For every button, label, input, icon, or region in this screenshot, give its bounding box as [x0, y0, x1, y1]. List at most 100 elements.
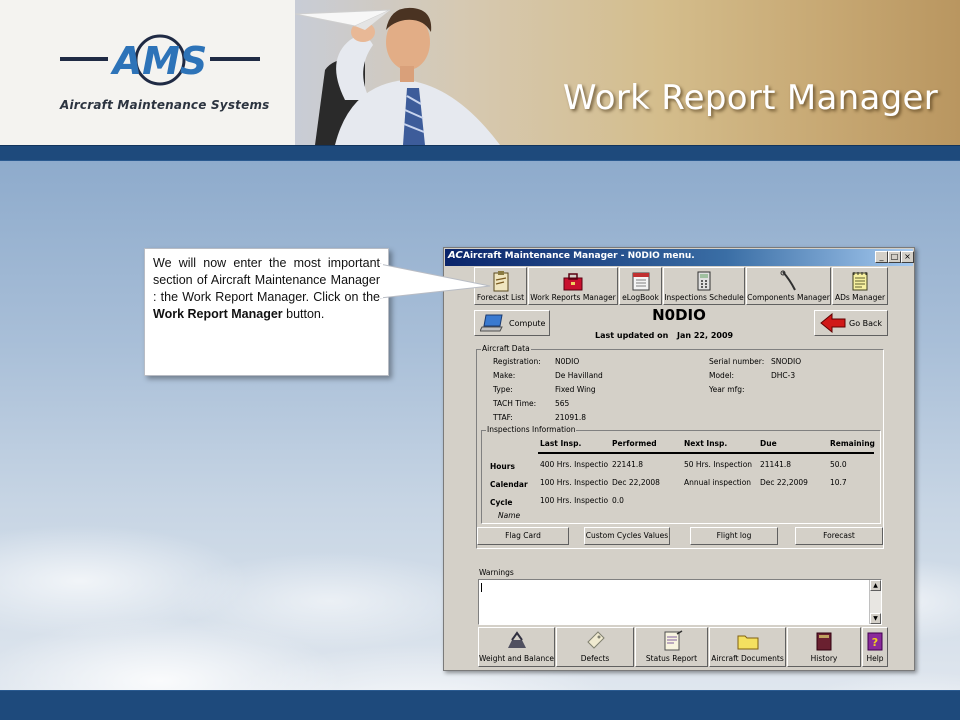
scroll-up-arrow-icon[interactable]: ▲ — [870, 580, 881, 591]
flag-card-button[interactable]: Flag Card — [477, 527, 569, 545]
make-value: De Havilland — [555, 371, 603, 380]
hours-performed: 22141.8 — [612, 460, 644, 469]
inspections-information-group: Inspections Information Last Insp. Perfo… — [481, 425, 881, 524]
header-photo — [295, 0, 960, 145]
logo-area: AMS Aircraft Maintenance Systems — [0, 0, 295, 145]
svg-text:?: ? — [872, 636, 878, 649]
header-last-insp: Last Insp. — [540, 439, 582, 448]
components-manager-label: Components Manager — [747, 293, 830, 302]
forecast-button[interactable]: Forecast — [795, 527, 883, 545]
calendar-remaining: 10.7 — [830, 478, 847, 487]
header-band — [0, 145, 960, 161]
header-remaining: Remaining — [830, 439, 875, 448]
go-back-label: Go Back — [849, 319, 883, 328]
ttaf-value: 21091.8 — [555, 413, 587, 422]
model-label: Model: — [709, 371, 735, 380]
callout-text: We will now enter the most important sec… — [153, 255, 380, 323]
warnings-scrollbar[interactable]: ▲ ▼ — [869, 580, 881, 624]
ads-manager-label: ADs Manager — [834, 293, 886, 302]
callout-text-bold: Work Report Manager — [153, 307, 283, 321]
calendar-last-insp: 100 Hrs. Inspectio — [540, 478, 609, 487]
folder-icon — [737, 635, 758, 650]
weight-and-balance-button[interactable]: Weight and Balance — [478, 627, 555, 667]
registration-value: N0DIO — [555, 357, 580, 366]
tach-time-label: TACH Time: — [493, 399, 537, 408]
serial-number-label: Serial number: — [709, 357, 765, 366]
defects-button[interactable]: Defects — [556, 627, 634, 667]
aircraft-registration-title: N0DIO — [652, 306, 706, 324]
hours-due: 21141.8 — [760, 460, 792, 469]
calendar-next-insp: Annual inspection — [684, 478, 752, 487]
elogbook-label: eLogBook — [622, 293, 659, 302]
header-next-insp: Next Insp. — [684, 439, 728, 448]
serial-number-value: SNODIO — [771, 357, 802, 366]
businessman-photo — [295, 7, 500, 145]
book-icon — [816, 632, 832, 651]
inspections-header-rule — [538, 452, 874, 454]
work-reports-manager-button[interactable]: Work Reports Manager — [528, 267, 618, 305]
cycle-last-insp: 100 Hrs. Inspectio — [540, 496, 609, 505]
model-value: DHC-3 — [771, 371, 796, 380]
callout-pointer — [380, 263, 491, 299]
custom-cycles-values-button[interactable]: Custom Cycles Values — [584, 527, 670, 545]
toolbox-icon — [563, 273, 583, 291]
ads-manager-button[interactable]: ADs Manager — [832, 267, 888, 305]
callout-text-part-1: We will now enter the most important sec… — [153, 256, 380, 304]
name-label: Name — [498, 511, 521, 520]
calendar-performed: Dec 22,2008 — [612, 478, 660, 487]
last-updated-value: Jan 22, 2009 — [677, 331, 734, 340]
hours-next-insp: 50 Hrs. Inspection — [684, 460, 753, 469]
history-label: History — [810, 654, 838, 663]
calendar-book-icon — [632, 272, 649, 291]
row-label-cycle: Cycle — [490, 498, 513, 507]
slide-header: AMS Aircraft Maintenance Systems Work Re… — [0, 0, 960, 145]
aircraft-maintenance-manager-window: AC Aircraft Maintenance Manager - N0DIO … — [443, 247, 915, 671]
slide-title: Work Report Manager — [562, 78, 938, 118]
hours-last-insp: 400 Hrs. Inspectio — [540, 460, 609, 469]
cycle-performed: 0.0 — [612, 496, 624, 505]
inspections-information-title: Inspections Information — [486, 425, 577, 434]
row-label-calendar: Calendar — [490, 480, 528, 489]
row-label-hours: Hours — [490, 462, 515, 471]
arrow-left-icon — [820, 313, 846, 333]
tag-icon — [587, 631, 605, 649]
logo-tagline: Aircraft Maintenance Systems — [60, 98, 270, 112]
minimize-button[interactable]: _ — [875, 251, 888, 263]
help-label: Help — [866, 654, 884, 663]
tach-time-value: 565 — [555, 399, 570, 408]
aircraft-documents-button[interactable]: Aircraft Documents — [709, 627, 786, 667]
inspections-schedule-button[interactable]: Inspections Schedule — [663, 267, 745, 305]
ams-logo: AMS — [60, 34, 260, 86]
report-icon — [664, 630, 682, 651]
aircraft-documents-label: Aircraft Documents — [711, 654, 784, 663]
defects-label: Defects — [580, 654, 610, 663]
history-button[interactable]: History — [787, 627, 861, 667]
aircraft-data-group: Aircraft Data Registration: N0DIO Make: … — [476, 344, 884, 549]
compute-label: Compute — [509, 319, 546, 328]
scroll-down-arrow-icon[interactable]: ▼ — [870, 613, 881, 624]
notepad-icon — [852, 272, 868, 291]
help-button[interactable]: ? Help — [862, 627, 888, 667]
window-title-bar[interactable]: AC Aircraft Maintenance Manager - N0DIO … — [445, 249, 914, 266]
type-label: Type: — [493, 385, 513, 394]
status-report-button[interactable]: Status Report — [635, 627, 708, 667]
flight-log-button[interactable]: Flight log — [690, 527, 778, 545]
text-caret — [481, 583, 482, 592]
type-value: Fixed Wing — [555, 385, 596, 394]
close-button[interactable]: × — [901, 251, 914, 263]
header-performed: Performed — [612, 439, 657, 448]
calculator-icon — [697, 271, 711, 291]
status-report-label: Status Report — [645, 654, 698, 663]
components-manager-button[interactable]: Components Manager — [746, 267, 831, 305]
make-label: Make: — [493, 371, 516, 380]
maximize-button[interactable]: □ — [888, 251, 901, 263]
elogbook-button[interactable]: eLogBook — [619, 267, 662, 305]
warnings-textarea[interactable]: ▲ ▼ — [478, 579, 882, 625]
year-mfg-label: Year mfg: — [709, 385, 745, 394]
last-updated-label: Last updated on — [595, 331, 669, 340]
aircraft-data-title: Aircraft Data — [481, 344, 531, 353]
go-back-button[interactable]: Go Back — [814, 310, 888, 336]
wrench-icon — [780, 270, 796, 291]
work-reports-manager-label: Work Reports Manager — [530, 293, 616, 302]
footer-band — [0, 690, 960, 720]
